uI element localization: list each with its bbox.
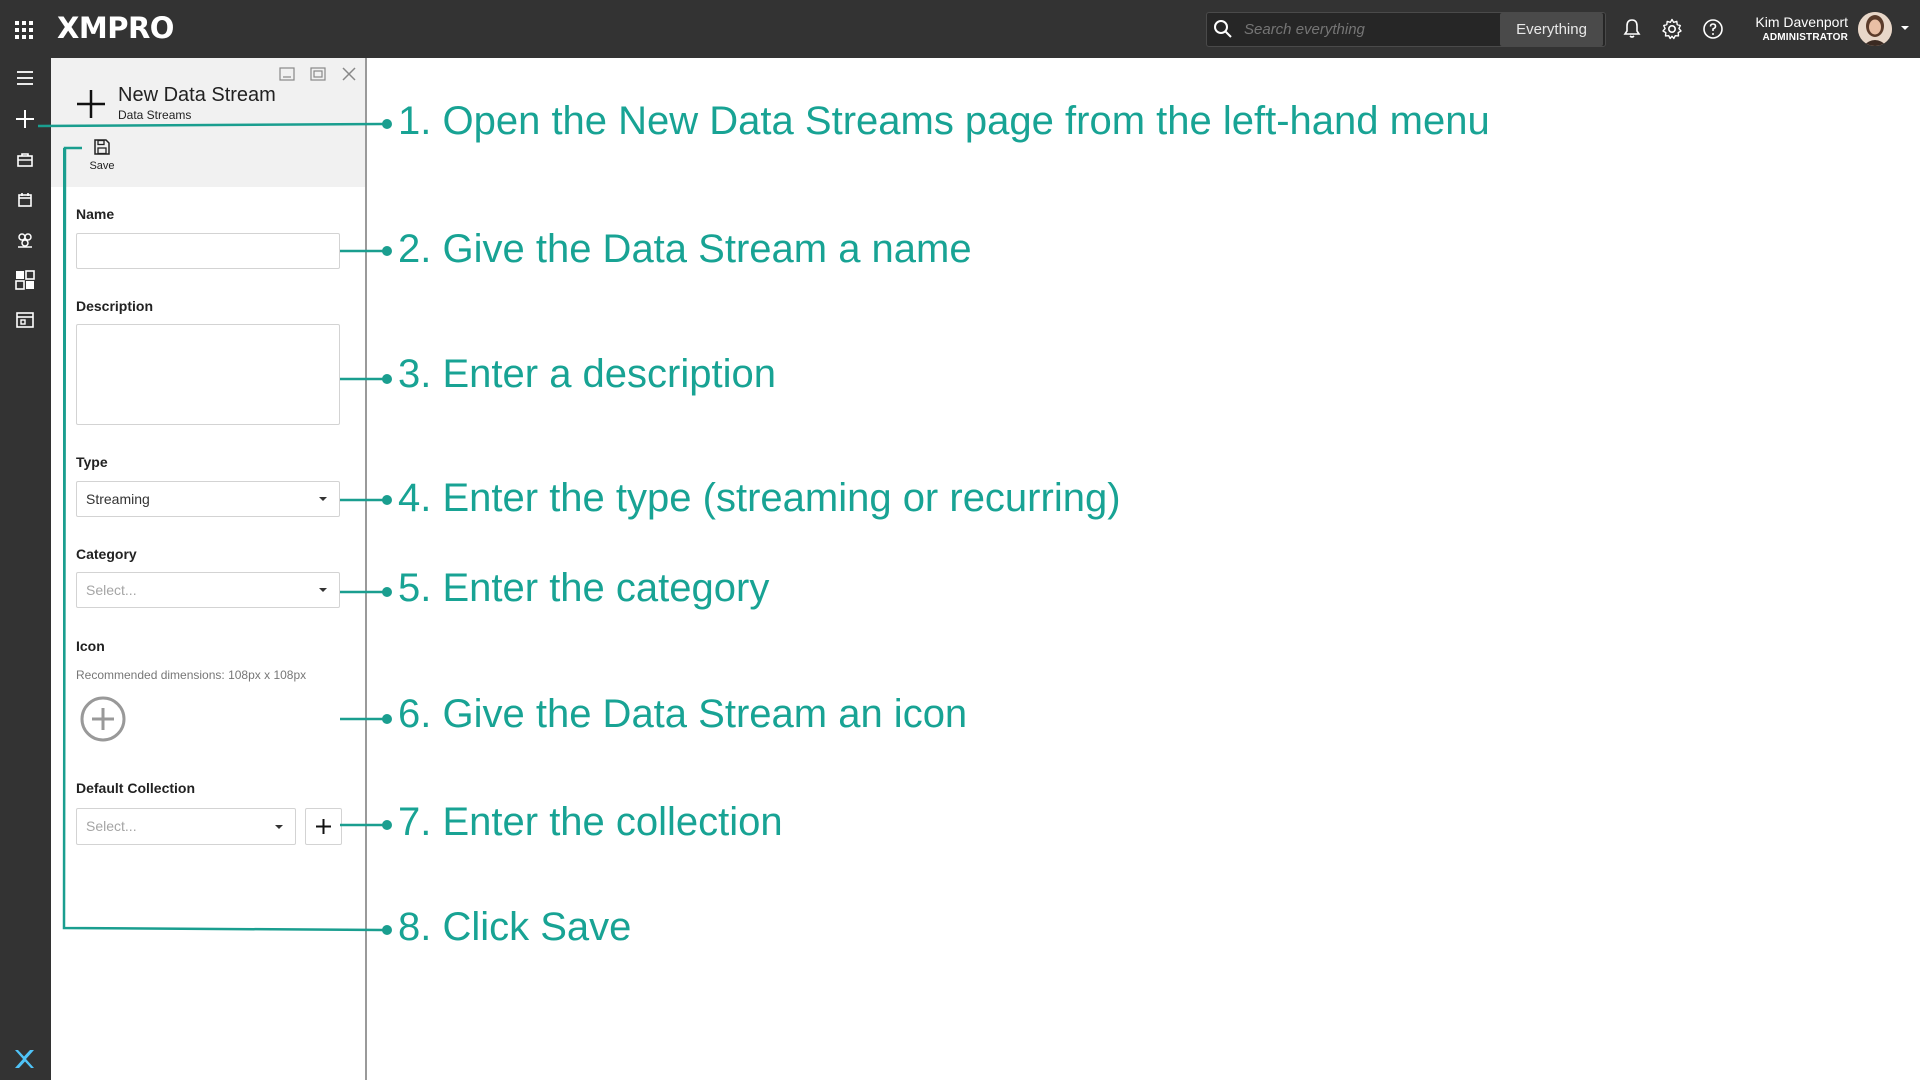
annotation-dot-6 [382,714,392,724]
annotation-step-4: 4. Enter the type (streaming or recurrin… [398,476,1121,520]
name-input[interactable] [76,233,340,269]
category-label: Category [76,546,137,562]
avatar-image [1858,12,1892,46]
icon-label: Icon [76,638,105,654]
annotation-dot-4 [382,495,392,505]
annotation-step-2: 2. Give the Data Stream a name [398,227,972,271]
gear-icon[interactable] [1660,17,1684,41]
top-bar: XMPRO Everything Kim Davenport ADMINISTR… [0,0,1920,58]
add-circle-icon[interactable] [79,695,127,743]
maximize-icon[interactable] [308,64,328,84]
annotation-bracket [63,148,65,928]
icon-dimensions-hint: Recommended dimensions: 108px x 108px [76,668,307,682]
recommendations-icon[interactable] [13,228,37,252]
plus-icon [77,90,105,118]
annotation-step-1: 1. Open the New Data Streams page from t… [398,99,1490,143]
annotation-dot-7 [382,820,392,830]
avatar[interactable] [1858,12,1892,46]
app-logo[interactable]: XMPRO [57,11,174,45]
type-label: Type [76,454,108,470]
annotation-dot-8 [382,925,392,935]
bell-icon[interactable] [1620,17,1644,41]
type-value: Streaming [86,491,150,507]
chevron-down-icon[interactable] [1900,23,1910,33]
name-label: Name [76,206,115,222]
description-textarea[interactable] [76,324,340,425]
add-collection-button[interactable] [305,808,342,845]
save-button-label: Save [89,160,115,172]
category-dropdown[interactable]: Select... [76,572,340,608]
default-collection-label: Default Collection [76,780,196,796]
caret-down-icon [319,497,327,501]
default-collection-placeholder: Select... [86,818,137,834]
hamburger-menu-icon[interactable] [13,66,37,90]
calendar-icon[interactable] [13,188,37,212]
briefcase-icon[interactable] [13,148,37,172]
annotation-dot-2 [382,246,392,256]
user-name[interactable]: Kim Davenport [1748,14,1848,30]
help-icon[interactable] [1701,17,1725,41]
annotation-dot-5 [382,587,392,597]
annotation-dot-1 [382,119,392,129]
annotation-step-3: 3. Enter a description [398,352,776,396]
caret-down-icon [275,825,283,829]
user-role: ADMINISTRATOR [1762,32,1848,43]
x-logo-icon[interactable] [13,1048,35,1070]
page-title: New Data Stream [118,84,276,106]
type-dropdown[interactable]: Streaming [76,481,340,517]
panel-header: New Data Stream Data Streams Save [51,58,365,187]
new-data-stream-panel: New Data Stream Data Streams Save Name D… [51,58,367,1080]
annotation-step-7: 7. Enter the collection [398,800,783,844]
data-stream-icon[interactable] [13,308,37,332]
page-subtitle: Data Streams [118,108,192,122]
plus-icon[interactable] [13,107,37,131]
dashboard-icon[interactable] [13,268,37,292]
annotation-step-8: 8. Click Save [398,905,632,949]
search-scope-dropdown[interactable]: Everything [1500,13,1603,46]
default-collection-dropdown[interactable]: Select... [76,808,296,845]
search-icon[interactable] [1213,19,1233,39]
annotation-step-6: 6. Give the Data Stream an icon [398,692,968,736]
description-label: Description [76,298,154,314]
close-icon[interactable] [339,64,359,84]
annotation-step-5: 5. Enter the category [398,566,770,610]
save-icon [94,139,110,155]
apps-grid-icon[interactable] [14,20,34,40]
left-navigation-rail [0,58,51,1080]
minimize-icon[interactable] [277,64,297,84]
annotation-dot-3 [382,374,392,384]
category-placeholder: Select... [86,582,137,598]
search-input[interactable] [1244,12,1494,47]
plus-icon [316,819,331,834]
caret-down-icon [319,588,327,592]
save-button[interactable]: Save [79,136,125,182]
